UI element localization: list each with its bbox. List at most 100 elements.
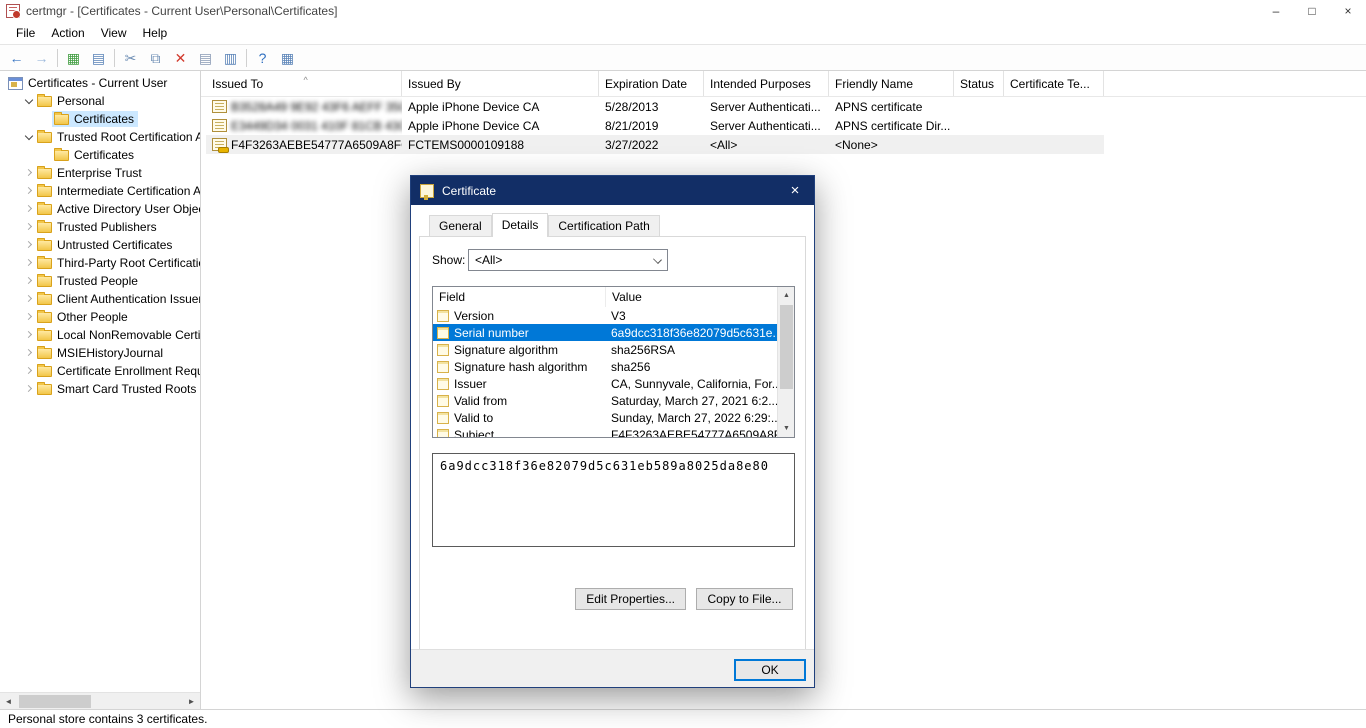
tree-item-enterprise-trust[interactable]: Enterprise Trust bbox=[0, 164, 200, 182]
properties-button[interactable]: ▤ bbox=[193, 47, 218, 69]
field-row-valid-from[interactable]: Valid fromSaturday, March 27, 2021 6:2..… bbox=[433, 392, 779, 409]
ok-button[interactable]: OK bbox=[734, 659, 806, 681]
tree-node[interactable]: Third-Party Root Certification bbox=[35, 255, 201, 271]
minimize-button[interactable]: – bbox=[1258, 0, 1294, 22]
scroll-left-icon[interactable]: ◄ bbox=[0, 693, 17, 710]
tree-node[interactable]: Certificate Enrollment Reque bbox=[35, 363, 201, 379]
field-row-serial-number[interactable]: Serial number6a9dcc318f36e82079d5c631e..… bbox=[433, 324, 779, 341]
chevron-collapsed-icon[interactable] bbox=[23, 293, 35, 305]
chevron-collapsed-icon[interactable] bbox=[23, 221, 35, 233]
field-row-signature-algorithm[interactable]: Signature algorithmsha256RSA bbox=[433, 341, 779, 358]
dialog-close-icon[interactable]: × bbox=[776, 176, 814, 205]
view-options-button[interactable]: ▦ bbox=[275, 47, 300, 69]
export-list-button[interactable]: ▤ bbox=[86, 47, 111, 69]
menu-item-help[interactable]: Help bbox=[135, 24, 176, 42]
tree-node[interactable]: Other People bbox=[35, 309, 132, 325]
tree-node[interactable]: Active Directory User Object bbox=[35, 201, 201, 217]
column-header-intended-purposes[interactable]: Intended Purposes bbox=[704, 71, 829, 96]
tree-item-intermediate-certification-au[interactable]: Intermediate Certification Au bbox=[0, 182, 200, 200]
field-row-version[interactable]: VersionV3 bbox=[433, 307, 779, 324]
chevron-expanded-icon[interactable] bbox=[23, 95, 35, 107]
scroll-up-icon[interactable]: ▲ bbox=[778, 287, 795, 304]
chevron-expanded-icon[interactable] bbox=[23, 131, 35, 143]
tree-node[interactable]: Personal bbox=[35, 93, 108, 109]
certificate-row[interactable]: E3449D34 0031 410F 81CB 43C...Apple iPho… bbox=[206, 116, 1104, 135]
tree-item-msiehistoryjournal[interactable]: MSIEHistoryJournal bbox=[0, 344, 200, 362]
tree-item-trusted-publishers[interactable]: Trusted Publishers bbox=[0, 218, 200, 236]
tree-item-certificates-current-user[interactable]: Certificates - Current User bbox=[0, 74, 200, 92]
menu-item-view[interactable]: View bbox=[93, 24, 135, 42]
show-dropdown[interactable]: <All> bbox=[468, 249, 668, 271]
scrollbar-thumb[interactable] bbox=[19, 695, 91, 708]
chevron-collapsed-icon[interactable] bbox=[23, 167, 35, 179]
chevron-collapsed-icon[interactable] bbox=[23, 185, 35, 197]
back-button[interactable]: ← bbox=[4, 47, 29, 69]
tree-item-trusted-people[interactable]: Trusted People bbox=[0, 272, 200, 290]
scroll-right-icon[interactable]: ► bbox=[183, 693, 200, 710]
column-header-certificate-te[interactable]: Certificate Te... bbox=[1004, 71, 1104, 96]
tree-item-other-people[interactable]: Other People bbox=[0, 308, 200, 326]
tree-node[interactable]: MSIEHistoryJournal bbox=[35, 345, 167, 361]
copy-button[interactable]: ⧉ bbox=[143, 47, 168, 69]
tree-node[interactable]: Certificates bbox=[52, 147, 138, 163]
tab-details[interactable]: Details bbox=[492, 213, 549, 236]
chevron-collapsed-icon[interactable] bbox=[23, 347, 35, 359]
tree-node[interactable]: Certificates bbox=[52, 111, 138, 127]
help-button[interactable]: ? bbox=[250, 47, 275, 69]
tree-node[interactable]: Enterprise Trust bbox=[35, 165, 146, 181]
forward-button[interactable]: → bbox=[29, 47, 54, 69]
tree-item-certificate-enrollment-reque[interactable]: Certificate Enrollment Reque bbox=[0, 362, 200, 380]
close-button[interactable]: × bbox=[1330, 0, 1366, 22]
field-row-valid-to[interactable]: Valid toSunday, March 27, 2022 6:29:... bbox=[433, 409, 779, 426]
value-column-header[interactable]: Value bbox=[605, 287, 794, 307]
tree-node[interactable]: Local NonRemovable Certific bbox=[35, 327, 201, 343]
tree-item-certificates[interactable]: Certificates bbox=[0, 146, 200, 164]
edit-properties-button[interactable]: Edit Properties... bbox=[575, 588, 686, 610]
tree-node[interactable]: Client Authentication Issuers bbox=[35, 291, 201, 307]
column-header-friendly-name[interactable]: Friendly Name bbox=[829, 71, 954, 96]
tree-item-untrusted-certificates[interactable]: Untrusted Certificates bbox=[0, 236, 200, 254]
tree-node[interactable]: Smart Card Trusted Roots bbox=[35, 381, 200, 397]
tree-node[interactable]: Trusted Publishers bbox=[35, 219, 161, 235]
column-header-issued-to[interactable]: Issued To^ bbox=[206, 71, 402, 96]
menu-item-action[interactable]: Action bbox=[43, 24, 92, 42]
scroll-down-icon[interactable]: ▼ bbox=[778, 420, 795, 437]
chevron-collapsed-icon[interactable] bbox=[23, 257, 35, 269]
tree-node[interactable]: Certificates - Current User bbox=[6, 75, 171, 91]
tree-item-third-party-root-certification[interactable]: Third-Party Root Certification bbox=[0, 254, 200, 272]
field-value-detail[interactable]: 6a9dcc318f36e82079d5c631eb589a8025da8e80 bbox=[432, 453, 795, 547]
tab-certification-path[interactable]: Certification Path bbox=[548, 215, 659, 236]
chevron-collapsed-icon[interactable] bbox=[23, 365, 35, 377]
chevron-collapsed-icon[interactable] bbox=[23, 383, 35, 395]
tree-node[interactable]: Trusted Root Certification Au bbox=[35, 129, 201, 145]
field-column-header[interactable]: Field bbox=[433, 290, 605, 304]
certificate-row[interactable]: B3528A49 9E92 43F6 AEFF 35C...Apple iPho… bbox=[206, 97, 1104, 116]
tree-item-smart-card-trusted-roots[interactable]: Smart Card Trusted Roots bbox=[0, 380, 200, 398]
field-row-issuer[interactable]: IssuerCA, Sunnyvale, California, For... bbox=[433, 375, 779, 392]
tree-item-personal[interactable]: Personal bbox=[0, 92, 200, 110]
tree-item-trusted-root-certification-au[interactable]: Trusted Root Certification Au bbox=[0, 128, 200, 146]
delete-button[interactable]: ✕ bbox=[168, 47, 193, 69]
tree-node[interactable]: Untrusted Certificates bbox=[35, 237, 176, 253]
certificate-row[interactable]: F4F3263AEBE54777A6509A8FCC...FCTEMS00001… bbox=[206, 135, 1104, 154]
chevron-collapsed-icon[interactable] bbox=[23, 275, 35, 287]
scrollbar-thumb[interactable] bbox=[780, 305, 793, 389]
chevron-collapsed-icon[interactable] bbox=[23, 239, 35, 251]
chevron-collapsed-icon[interactable] bbox=[23, 311, 35, 323]
show-console-tree-button[interactable]: ▦ bbox=[61, 47, 86, 69]
field-row-signature-hash-algorithm[interactable]: Signature hash algorithmsha256 bbox=[433, 358, 779, 375]
tree-node[interactable]: Intermediate Certification Au bbox=[35, 183, 201, 199]
field-list-scrollbar[interactable]: ▲ ▼ bbox=[777, 287, 794, 437]
cut-button[interactable]: ✂ bbox=[118, 47, 143, 69]
tree-item-local-nonremovable-certific[interactable]: Local NonRemovable Certific bbox=[0, 326, 200, 344]
field-row-subject[interactable]: SubjectF4F3263AEBE54777A6509A8F... bbox=[433, 426, 779, 438]
tree-item-client-authentication-issuers[interactable]: Client Authentication Issuers bbox=[0, 290, 200, 308]
chevron-collapsed-icon[interactable] bbox=[23, 203, 35, 215]
menu-item-file[interactable]: File bbox=[8, 24, 43, 42]
column-header-expiration-date[interactable]: Expiration Date bbox=[599, 71, 704, 96]
maximize-button[interactable]: □ bbox=[1294, 0, 1330, 22]
tree-horizontal-scrollbar[interactable]: ◄ ► bbox=[0, 692, 200, 709]
tree-node[interactable]: Trusted People bbox=[35, 273, 142, 289]
chevron-collapsed-icon[interactable] bbox=[23, 329, 35, 341]
tree-item-certificates[interactable]: Certificates bbox=[0, 110, 200, 128]
